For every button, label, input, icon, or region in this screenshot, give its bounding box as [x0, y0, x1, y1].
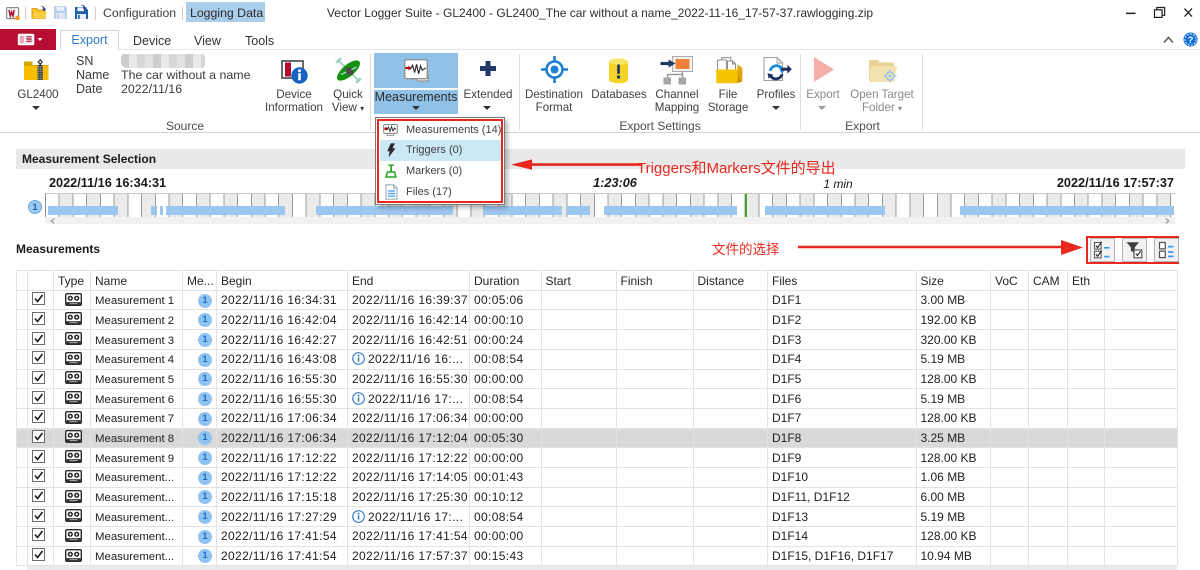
svg-text:?: ? — [1188, 35, 1194, 46]
